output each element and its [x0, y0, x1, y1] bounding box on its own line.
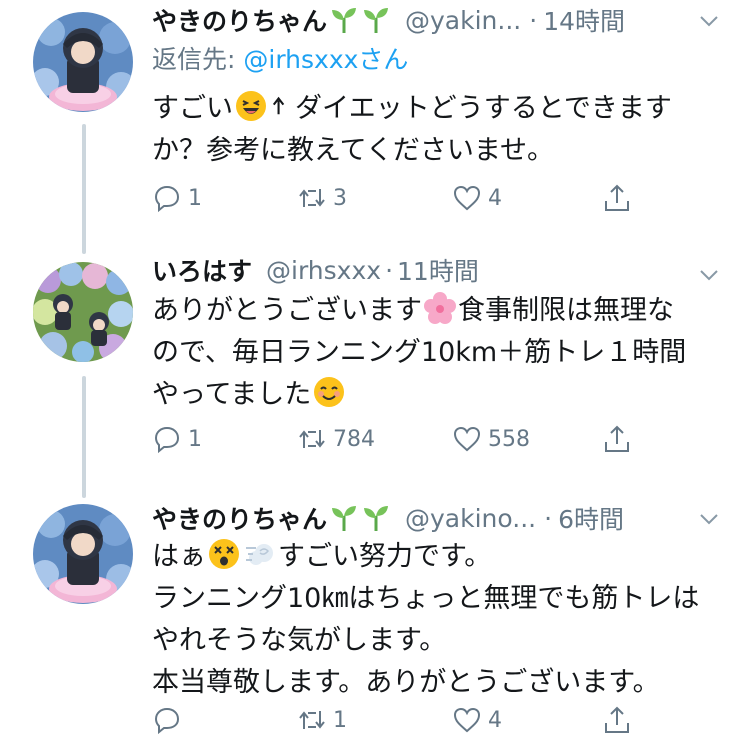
reply-button[interactable]	[152, 705, 188, 735]
sprout-emoji	[364, 506, 389, 531]
chevron-down-icon[interactable]	[696, 506, 722, 532]
chevron-down-icon[interactable]	[696, 262, 722, 288]
text-line: 本当尊敬します。ありがとうございます。	[152, 667, 660, 698]
reply-to-label: 返信先:	[152, 45, 244, 74]
reply-to: 返信先: @irhsxxxさん	[152, 40, 722, 80]
tweet-header: やきのりちゃん @yakino... · 6時間	[152, 498, 722, 538]
share-button[interactable]	[602, 705, 632, 735]
tweet-actions: 1 3 4	[152, 183, 642, 223]
like-count: 4	[488, 707, 502, 733]
sprout-emoji	[364, 8, 389, 33]
tweet-actions: 1 784 558	[152, 424, 642, 464]
share-button[interactable]	[602, 424, 632, 454]
dizzy-face-emoji	[209, 539, 239, 569]
tweet-text: ありがとうございます 食事制限は無理な ので、毎日ランニング10km＋筋トレ１時間…	[152, 290, 722, 416]
reply-count: 1	[188, 185, 202, 211]
tweet-text: すごい ダイエットどうするとできます か？参考に教えてくださいませ。	[152, 88, 722, 172]
like-button[interactable]: 558	[452, 424, 530, 454]
retweet-button[interactable]: 1	[297, 705, 347, 735]
tweet-text: はぁ すごい努力です。 ランニング10㎞はちょっと無理でも筋トレは やれそうな気が…	[152, 536, 722, 704]
reply-to-mention[interactable]: @irhsxxxさん	[243, 45, 408, 74]
reply-icon	[154, 426, 180, 454]
text-segment: ありがとうございます	[152, 295, 422, 326]
separator: ·	[529, 5, 538, 35]
like-button[interactable]: 4	[452, 183, 502, 213]
text-segment: やってました	[152, 379, 312, 410]
sprout-emoji	[332, 506, 357, 531]
display-name[interactable]: やきのりちゃん	[152, 2, 327, 38]
like-icon	[453, 426, 481, 452]
text-line: ので、毎日ランニング10km＋筋トレ１時間	[152, 337, 687, 368]
like-button[interactable]: 4	[452, 705, 502, 735]
text-line: ランニング10㎞はちょっと無理でも筋トレは	[152, 583, 700, 614]
share-icon	[605, 425, 629, 452]
separator: ·	[544, 503, 553, 533]
cherry-blossom-emoji	[424, 292, 456, 324]
text-segment: 食事制限は無理な	[458, 295, 674, 326]
display-name[interactable]: いろはす	[152, 252, 252, 288]
retweet-count: 1	[333, 707, 347, 733]
avatar[interactable]	[33, 262, 133, 362]
handle[interactable]: @irhsxxx	[266, 256, 381, 285]
handle[interactable]: @yakino...	[405, 504, 536, 533]
text-line: か？参考に教えてくださいませ。	[152, 135, 555, 166]
text-segment: ダイエットどうするとできます	[295, 93, 672, 124]
display-name[interactable]: やきのりちゃん	[152, 500, 327, 536]
laughing-emoji	[236, 91, 266, 121]
reply-button[interactable]: 1	[152, 424, 202, 454]
dash-emoji	[246, 544, 273, 565]
tweet-header: いろはす @irhsxxx · 11時間	[152, 250, 722, 290]
arrow-up-emoji	[272, 96, 285, 115]
text-segment: はぁ	[152, 541, 206, 572]
timestamp[interactable]: 11時間	[397, 252, 479, 288]
chevron-down-icon[interactable]	[696, 8, 722, 34]
retweet-icon	[299, 711, 325, 729]
share-button[interactable]	[602, 183, 632, 213]
like-icon	[453, 185, 481, 211]
handle[interactable]: @yakin...	[405, 6, 521, 35]
tweet[interactable]: やきのりちゃん @yakino... · 6時間 はぁ すごい努力です。 ランニン…	[0, 498, 750, 755]
reply-count: 1	[188, 426, 202, 452]
avatar[interactable]	[33, 504, 133, 604]
timestamp[interactable]: 14時間	[543, 2, 625, 38]
reply-button[interactable]: 1	[152, 183, 202, 213]
like-icon	[453, 707, 481, 733]
like-count: 558	[488, 426, 530, 452]
reply-icon	[154, 707, 180, 735]
separator: ·	[385, 255, 394, 285]
retweet-count: 3	[333, 185, 347, 211]
text-line: やれそうな気がします。	[152, 625, 447, 656]
retweet-count: 784	[333, 426, 375, 452]
tweet[interactable]: いろはす @irhsxxx · 11時間 ありがとうございます 食事制限は無理な …	[0, 250, 750, 480]
share-icon	[605, 706, 629, 733]
smile-emoji	[314, 377, 345, 407]
retweet-button[interactable]: 784	[297, 424, 375, 454]
timestamp[interactable]: 6時間	[558, 500, 624, 536]
text-segment: すごい努力です。	[278, 541, 492, 572]
tweet[interactable]: やきのりちゃん @yakin... · 14時間 返信先: @irhsxxxさん…	[0, 0, 750, 240]
sprout-emoji	[332, 8, 357, 33]
tweet-actions: 1 4	[152, 705, 642, 745]
tweet-header: やきのりちゃん @yakin... · 14時間	[152, 0, 722, 40]
reply-icon	[154, 185, 180, 213]
retweet-icon	[299, 430, 325, 448]
like-count: 4	[488, 185, 502, 211]
text-segment: すごい	[152, 93, 233, 124]
avatar[interactable]	[33, 12, 133, 112]
share-icon	[605, 184, 629, 211]
retweet-button[interactable]: 3	[297, 183, 347, 213]
retweet-icon	[299, 189, 325, 207]
